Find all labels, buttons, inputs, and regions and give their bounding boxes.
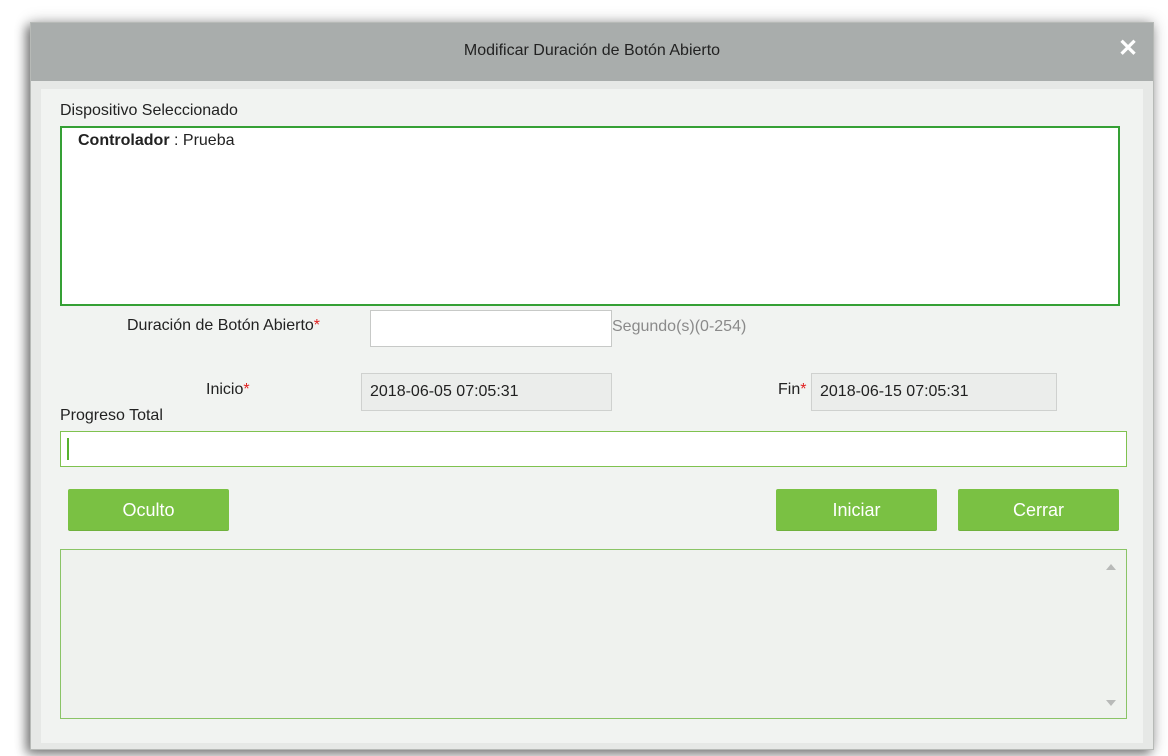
modify-duration-dialog: Modificar Duración de Botón Abierto ✕ Di… bbox=[30, 22, 1154, 750]
required-mark: * bbox=[243, 381, 250, 398]
required-mark: * bbox=[800, 381, 807, 398]
selected-device-list[interactable]: Controlador : Prueba bbox=[60, 126, 1120, 306]
start-datetime-field: 2018-06-05 07:05:31 bbox=[361, 373, 612, 411]
end-label-text: Fin bbox=[778, 381, 801, 398]
hide-button[interactable]: Oculto bbox=[68, 489, 229, 531]
device-separator: : bbox=[169, 132, 183, 149]
duration-label-text: Duración de Botón Abierto bbox=[127, 317, 314, 334]
close-icon[interactable]: ✕ bbox=[1117, 35, 1139, 63]
start-label-text: Inicio bbox=[206, 381, 244, 398]
end-datetime-field: 2018-06-15 07:05:31 bbox=[811, 373, 1057, 411]
progress-fill bbox=[67, 438, 69, 460]
start-label: Inicio* bbox=[206, 381, 250, 399]
device-entry: Controlador : Prueba bbox=[78, 132, 234, 150]
device-name: Prueba bbox=[182, 132, 235, 149]
dialog-body: Dispositivo Seleccionado Controlador : P… bbox=[41, 89, 1143, 743]
scroll-up-arrow-icon[interactable] bbox=[1106, 564, 1116, 570]
duration-hint: Segundo(s)(0-254) bbox=[612, 318, 747, 335]
log-output-area[interactable] bbox=[60, 549, 1127, 719]
required-mark: * bbox=[313, 317, 321, 334]
close-button[interactable]: Cerrar bbox=[958, 489, 1119, 531]
selected-device-label: Dispositivo Seleccionado bbox=[60, 102, 238, 119]
scroll-down-arrow-icon[interactable] bbox=[1106, 700, 1116, 706]
total-progress-label: Progreso Total bbox=[60, 407, 163, 424]
dialog-titlebar: Modificar Duración de Botón Abierto ✕ bbox=[31, 23, 1153, 81]
end-label: Fin* bbox=[778, 381, 806, 399]
duration-label: Duración de Botón Abierto* bbox=[127, 317, 320, 335]
total-progress-bar bbox=[60, 431, 1127, 467]
start-button[interactable]: Iniciar bbox=[776, 489, 937, 531]
device-key: Controlador bbox=[78, 132, 170, 149]
dialog-title: Modificar Duración de Botón Abierto bbox=[463, 42, 721, 59]
duration-input[interactable] bbox=[370, 310, 612, 347]
